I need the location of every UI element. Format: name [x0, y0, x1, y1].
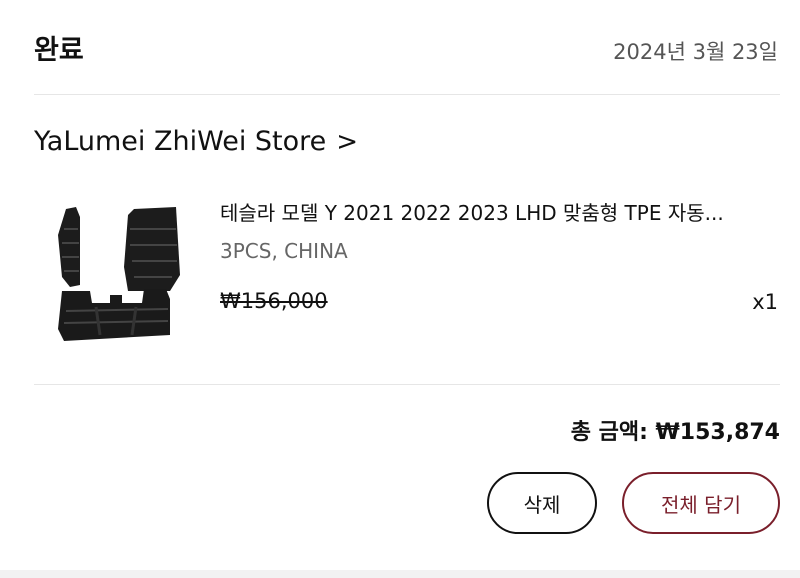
add-all-to-cart-button[interactable]: 전체 담기: [622, 472, 780, 534]
product-title[interactable]: 테슬라 모델 Y 2021 2022 2023 LHD 맞춤형 TPE 자동..…: [220, 197, 775, 226]
divider: [34, 384, 780, 385]
order-status: 완료: [34, 35, 84, 66]
store-link[interactable]: YaLumei ZhiWei Store >: [34, 126, 358, 157]
product-price: ₩156,000: [220, 289, 328, 313]
car-floor-mat-image: [58, 207, 180, 341]
divider: [34, 94, 780, 95]
store-name: YaLumei ZhiWei Store: [34, 126, 327, 157]
delete-button[interactable]: 삭제: [487, 472, 597, 534]
product-image[interactable]: [40, 195, 200, 355]
order-total: 총 금액: ₩153,874: [570, 420, 780, 445]
bottom-bar: [0, 570, 800, 578]
order-date: 2024년 3월 23일: [613, 40, 778, 64]
product-variant: 3PCS, CHINA: [220, 239, 348, 263]
chevron-right-icon: >: [336, 126, 359, 157]
product-quantity: x1: [752, 290, 778, 314]
